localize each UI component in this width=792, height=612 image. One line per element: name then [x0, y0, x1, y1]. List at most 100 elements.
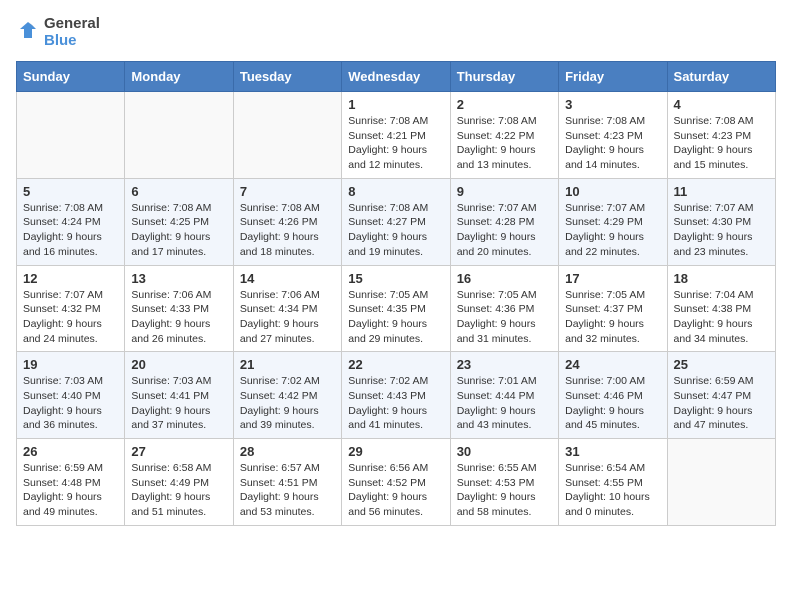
day-number: 7	[240, 184, 335, 199]
day-number: 28	[240, 444, 335, 459]
day-cell: 25 Sunrise: 6:59 AMSunset: 4:47 PMDayligh…	[667, 352, 775, 439]
day-info: Sunrise: 7:08 AMSunset: 4:25 PMDaylight:…	[131, 201, 226, 260]
day-number: 14	[240, 271, 335, 286]
day-info: Sunrise: 6:57 AMSunset: 4:51 PMDaylight:…	[240, 461, 335, 520]
day-info: Sunrise: 7:08 AMSunset: 4:24 PMDaylight:…	[23, 201, 118, 260]
day-info: Sunrise: 7:02 AMSunset: 4:42 PMDaylight:…	[240, 374, 335, 433]
day-cell: 10 Sunrise: 7:07 AMSunset: 4:29 PMDayligh…	[559, 178, 667, 265]
day-cell: 1Sunrise: 7:08 AMSunset: 4:21 PMDaylight…	[342, 92, 450, 179]
day-cell: 28 Sunrise: 6:57 AMSunset: 4:51 PMDayligh…	[233, 439, 341, 526]
day-number: 24	[565, 357, 660, 372]
day-cell: 6 Sunrise: 7:08 AMSunset: 4:25 PMDaylight…	[125, 178, 233, 265]
day-info: Sunrise: 7:01 AMSunset: 4:44 PMDaylight:…	[457, 374, 552, 433]
day-cell: 24 Sunrise: 7:00 AMSunset: 4:46 PMDayligh…	[559, 352, 667, 439]
col-header-friday: Friday	[559, 62, 667, 92]
day-number: 18	[674, 271, 769, 286]
day-info: Sunrise: 6:56 AMSunset: 4:52 PMDaylight:…	[348, 461, 443, 520]
day-info: Sunrise: 6:54 AMSunset: 4:55 PMDaylight:…	[565, 461, 660, 520]
day-info: Sunrise: 7:08 AMSunset: 4:23 PMDaylight:…	[565, 114, 660, 173]
day-number: 13	[131, 271, 226, 286]
day-number: 21	[240, 357, 335, 372]
day-cell: 18 Sunrise: 7:04 AMSunset: 4:38 PMDayligh…	[667, 265, 775, 352]
day-cell: 22 Sunrise: 7:02 AMSunset: 4:43 PMDayligh…	[342, 352, 450, 439]
day-number: 11	[674, 184, 769, 199]
day-info: Sunrise: 7:05 AMSunset: 4:36 PMDaylight:…	[457, 288, 552, 347]
day-cell: 29 Sunrise: 6:56 AMSunset: 4:52 PMDayligh…	[342, 439, 450, 526]
day-cell: 19 Sunrise: 7:03 AMSunset: 4:40 PMDayligh…	[17, 352, 125, 439]
day-cell: 11 Sunrise: 7:07 AMSunset: 4:30 PMDayligh…	[667, 178, 775, 265]
day-cell: 20Sunrise: 7:03 AMSunset: 4:41 PMDayligh…	[125, 352, 233, 439]
day-cell: 15 Sunrise: 7:05 AMSunset: 4:35 PMDayligh…	[342, 265, 450, 352]
day-info: Sunrise: 6:59 AMSunset: 4:47 PMDaylight:…	[674, 374, 769, 433]
logo-icon	[16, 19, 38, 46]
day-cell: 17Sunrise: 7:05 AMSunset: 4:37 PMDayligh…	[559, 265, 667, 352]
day-number: 12	[23, 271, 118, 286]
day-cell: 21 Sunrise: 7:02 AMSunset: 4:42 PMDayligh…	[233, 352, 341, 439]
day-number: 27	[131, 444, 226, 459]
day-info: Sunrise: 6:55 AMSunset: 4:53 PMDaylight:…	[457, 461, 552, 520]
logo-general: General	[44, 16, 100, 33]
day-info: Sunrise: 7:00 AMSunset: 4:46 PMDaylight:…	[565, 374, 660, 433]
day-number: 4	[674, 97, 769, 112]
day-cell: 16 Sunrise: 7:05 AMSunset: 4:36 PMDayligh…	[450, 265, 558, 352]
logo-container: General Blue	[16, 16, 100, 49]
day-info: Sunrise: 6:58 AMSunset: 4:49 PMDaylight:…	[131, 461, 226, 520]
day-number: 16	[457, 271, 552, 286]
calendar-table: SundayMondayTuesdayWednesdayThursdayFrid…	[16, 61, 776, 526]
day-info: Sunrise: 7:07 AMSunset: 4:30 PMDaylight:…	[674, 201, 769, 260]
day-cell: 14 Sunrise: 7:06 AMSunset: 4:34 PMDayligh…	[233, 265, 341, 352]
week-row-2: 5 Sunrise: 7:08 AMSunset: 4:24 PMDaylight…	[17, 178, 776, 265]
day-cell: 4 Sunrise: 7:08 AMSunset: 4:23 PMDaylight…	[667, 92, 775, 179]
day-cell	[667, 439, 775, 526]
day-cell: 2Sunrise: 7:08 AMSunset: 4:22 PMDaylight…	[450, 92, 558, 179]
day-cell	[125, 92, 233, 179]
day-number: 29	[348, 444, 443, 459]
day-cell: 3 Sunrise: 7:08 AMSunset: 4:23 PMDaylight…	[559, 92, 667, 179]
logo-blue: Blue	[44, 33, 100, 50]
day-cell	[233, 92, 341, 179]
col-header-wednesday: Wednesday	[342, 62, 450, 92]
day-info: Sunrise: 7:07 AMSunset: 4:28 PMDaylight:…	[457, 201, 552, 260]
day-number: 15	[348, 271, 443, 286]
day-cell: 7Sunrise: 7:08 AMSunset: 4:26 PMDaylight…	[233, 178, 341, 265]
day-number: 25	[674, 357, 769, 372]
day-info: Sunrise: 7:03 AMSunset: 4:41 PMDaylight:…	[131, 374, 226, 433]
day-info: Sunrise: 7:03 AMSunset: 4:40 PMDaylight:…	[23, 374, 118, 433]
day-cell: 8Sunrise: 7:08 AMSunset: 4:27 PMDaylight…	[342, 178, 450, 265]
day-number: 17	[565, 271, 660, 286]
day-info: Sunrise: 7:08 AMSunset: 4:23 PMDaylight:…	[674, 114, 769, 173]
day-number: 19	[23, 357, 118, 372]
day-cell: 9 Sunrise: 7:07 AMSunset: 4:28 PMDaylight…	[450, 178, 558, 265]
day-number: 5	[23, 184, 118, 199]
logo-text: General Blue	[44, 16, 100, 49]
day-info: Sunrise: 7:07 AMSunset: 4:29 PMDaylight:…	[565, 201, 660, 260]
day-number: 10	[565, 184, 660, 199]
logo: General Blue	[16, 16, 100, 49]
day-cell: 30Sunrise: 6:55 AMSunset: 4:53 PMDayligh…	[450, 439, 558, 526]
day-number: 3	[565, 97, 660, 112]
day-info: Sunrise: 6:59 AMSunset: 4:48 PMDaylight:…	[23, 461, 118, 520]
col-header-tuesday: Tuesday	[233, 62, 341, 92]
day-number: 8	[348, 184, 443, 199]
day-number: 6	[131, 184, 226, 199]
day-number: 31	[565, 444, 660, 459]
col-header-sunday: Sunday	[17, 62, 125, 92]
day-cell: 26Sunrise: 6:59 AMSunset: 4:48 PMDayligh…	[17, 439, 125, 526]
week-row-4: 19 Sunrise: 7:03 AMSunset: 4:40 PMDayligh…	[17, 352, 776, 439]
day-info: Sunrise: 7:05 AMSunset: 4:35 PMDaylight:…	[348, 288, 443, 347]
day-cell: 27 Sunrise: 6:58 AMSunset: 4:49 PMDayligh…	[125, 439, 233, 526]
day-number: 22	[348, 357, 443, 372]
day-info: Sunrise: 7:02 AMSunset: 4:43 PMDaylight:…	[348, 374, 443, 433]
day-cell	[17, 92, 125, 179]
day-number: 23	[457, 357, 552, 372]
day-cell: 23 Sunrise: 7:01 AMSunset: 4:44 PMDayligh…	[450, 352, 558, 439]
day-number: 2	[457, 97, 552, 112]
day-number: 9	[457, 184, 552, 199]
week-row-1: 1Sunrise: 7:08 AMSunset: 4:21 PMDaylight…	[17, 92, 776, 179]
page-header: General Blue	[16, 16, 776, 49]
day-info: Sunrise: 7:06 AMSunset: 4:34 PMDaylight:…	[240, 288, 335, 347]
day-info: Sunrise: 7:07 AMSunset: 4:32 PMDaylight:…	[23, 288, 118, 347]
day-info: Sunrise: 7:04 AMSunset: 4:38 PMDaylight:…	[674, 288, 769, 347]
col-header-saturday: Saturday	[667, 62, 775, 92]
col-header-monday: Monday	[125, 62, 233, 92]
